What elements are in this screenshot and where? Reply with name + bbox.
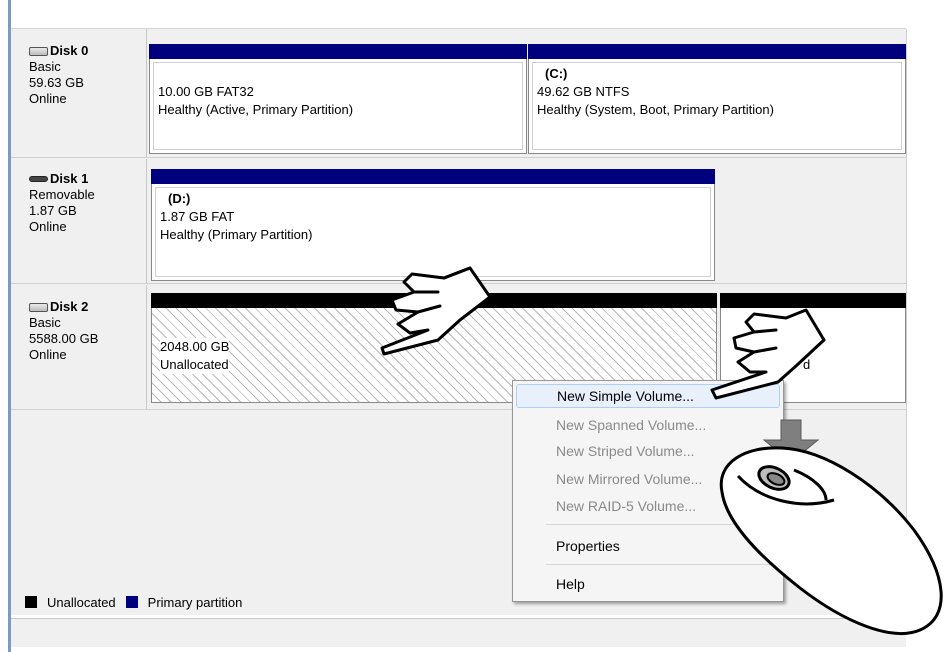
status-bar xyxy=(11,618,906,647)
volume-list-panel xyxy=(11,0,906,29)
partition-health: Healthy (Active, Primary Partition) xyxy=(158,102,354,117)
primary-partition-bar xyxy=(151,169,715,184)
primary-partition-bar xyxy=(528,44,906,59)
partition-health: Healthy (Primary Partition) xyxy=(160,227,313,242)
disk-status: Online xyxy=(29,219,67,234)
menu-new-raid5-volume[interactable]: New RAID-5 Volume... xyxy=(516,494,780,518)
removable-disk-icon xyxy=(29,176,48,182)
partition-disk0-1[interactable]: 10.00 GB FAT32 Healthy (Active, Primary … xyxy=(149,44,527,154)
legend-primary: Primary partition xyxy=(147,594,243,610)
partition-body: (C:) 49.62 GB NTFS Healthy (System, Boot… xyxy=(528,59,906,154)
partition-size-fs: 10.00 GB FAT32 xyxy=(158,84,254,99)
menu-separator xyxy=(546,524,780,525)
disk-name: Disk 1 xyxy=(50,171,89,186)
disk-size: 5588.00 GB xyxy=(29,331,99,346)
menu-new-striped-volume[interactable]: New Striped Volume... xyxy=(516,439,780,463)
disk-type: Basic xyxy=(29,315,61,330)
menu-separator xyxy=(546,564,780,565)
menu-new-spanned-volume[interactable]: New Spanned Volume... xyxy=(516,413,780,437)
unallocated-size: 2048.00 GB xyxy=(160,338,230,356)
disk-type: Removable xyxy=(29,187,95,202)
drive-letter: (D:) xyxy=(168,191,191,206)
disk-name: Disk 0 xyxy=(50,43,89,58)
disk-row-1: Disk 1 Removable 1.87 GB Online (D:) 1.8… xyxy=(11,159,906,284)
disk-label-0[interactable]: Disk 0 Basic 59.63 GB Online xyxy=(11,29,147,157)
hard-disk-icon xyxy=(29,302,48,312)
partition-body: (D:) 1.87 GB FAT Healthy (Primary Partit… xyxy=(151,184,715,281)
unallocated-state-fragment: d xyxy=(803,357,811,372)
disk-status: Online xyxy=(29,91,67,106)
disk-name: Disk 2 xyxy=(50,299,89,314)
disk-label-1[interactable]: Disk 1 Removable 1.87 GB Online xyxy=(11,159,147,283)
disk-size: 59.63 GB xyxy=(29,75,84,90)
menu-new-mirrored-volume[interactable]: New Mirrored Volume... xyxy=(516,467,780,491)
primary-partition-bar xyxy=(149,44,527,59)
disk-row-0: Disk 0 Basic 59.63 GB Online 10.00 GB FA… xyxy=(11,29,906,158)
menu-help[interactable]: Help xyxy=(516,572,780,596)
disk-size: 1.87 GB xyxy=(29,203,77,218)
partition-size-fs: 49.62 GB NTFS xyxy=(537,84,630,99)
primary-partition-swatch xyxy=(125,596,138,608)
legend-unallocated: Unallocated xyxy=(47,594,116,610)
disk-status: Online xyxy=(29,347,67,362)
partition-body: 10.00 GB FAT32 Healthy (Active, Primary … xyxy=(149,59,527,154)
drive-letter: (C:) xyxy=(545,66,568,81)
menu-new-simple-volume[interactable]: New Simple Volume... xyxy=(516,384,780,408)
context-menu: New Simple Volume... New Spanned Volume.… xyxy=(512,380,784,602)
unallocated-state: Unallocated xyxy=(160,356,229,374)
partition-health: Healthy (System, Boot, Primary Partition… xyxy=(537,102,774,117)
unallocated-bar xyxy=(720,293,906,308)
partition-size-fs: 1.87 GB FAT xyxy=(160,209,235,224)
unallocated-bar xyxy=(151,293,717,308)
partition-disk0-c[interactable]: (C:) 49.62 GB NTFS Healthy (System, Boot… xyxy=(528,44,906,154)
unallocated-swatch xyxy=(25,596,37,608)
menu-properties[interactable]: Properties xyxy=(516,534,780,558)
disk-label-2[interactable]: Disk 2 Basic 5588.00 GB Online xyxy=(11,285,147,409)
partition-disk1-d[interactable]: (D:) 1.87 GB FAT Healthy (Primary Partit… xyxy=(151,169,715,281)
hard-disk-icon xyxy=(29,46,48,56)
disk-type: Basic xyxy=(29,59,61,74)
